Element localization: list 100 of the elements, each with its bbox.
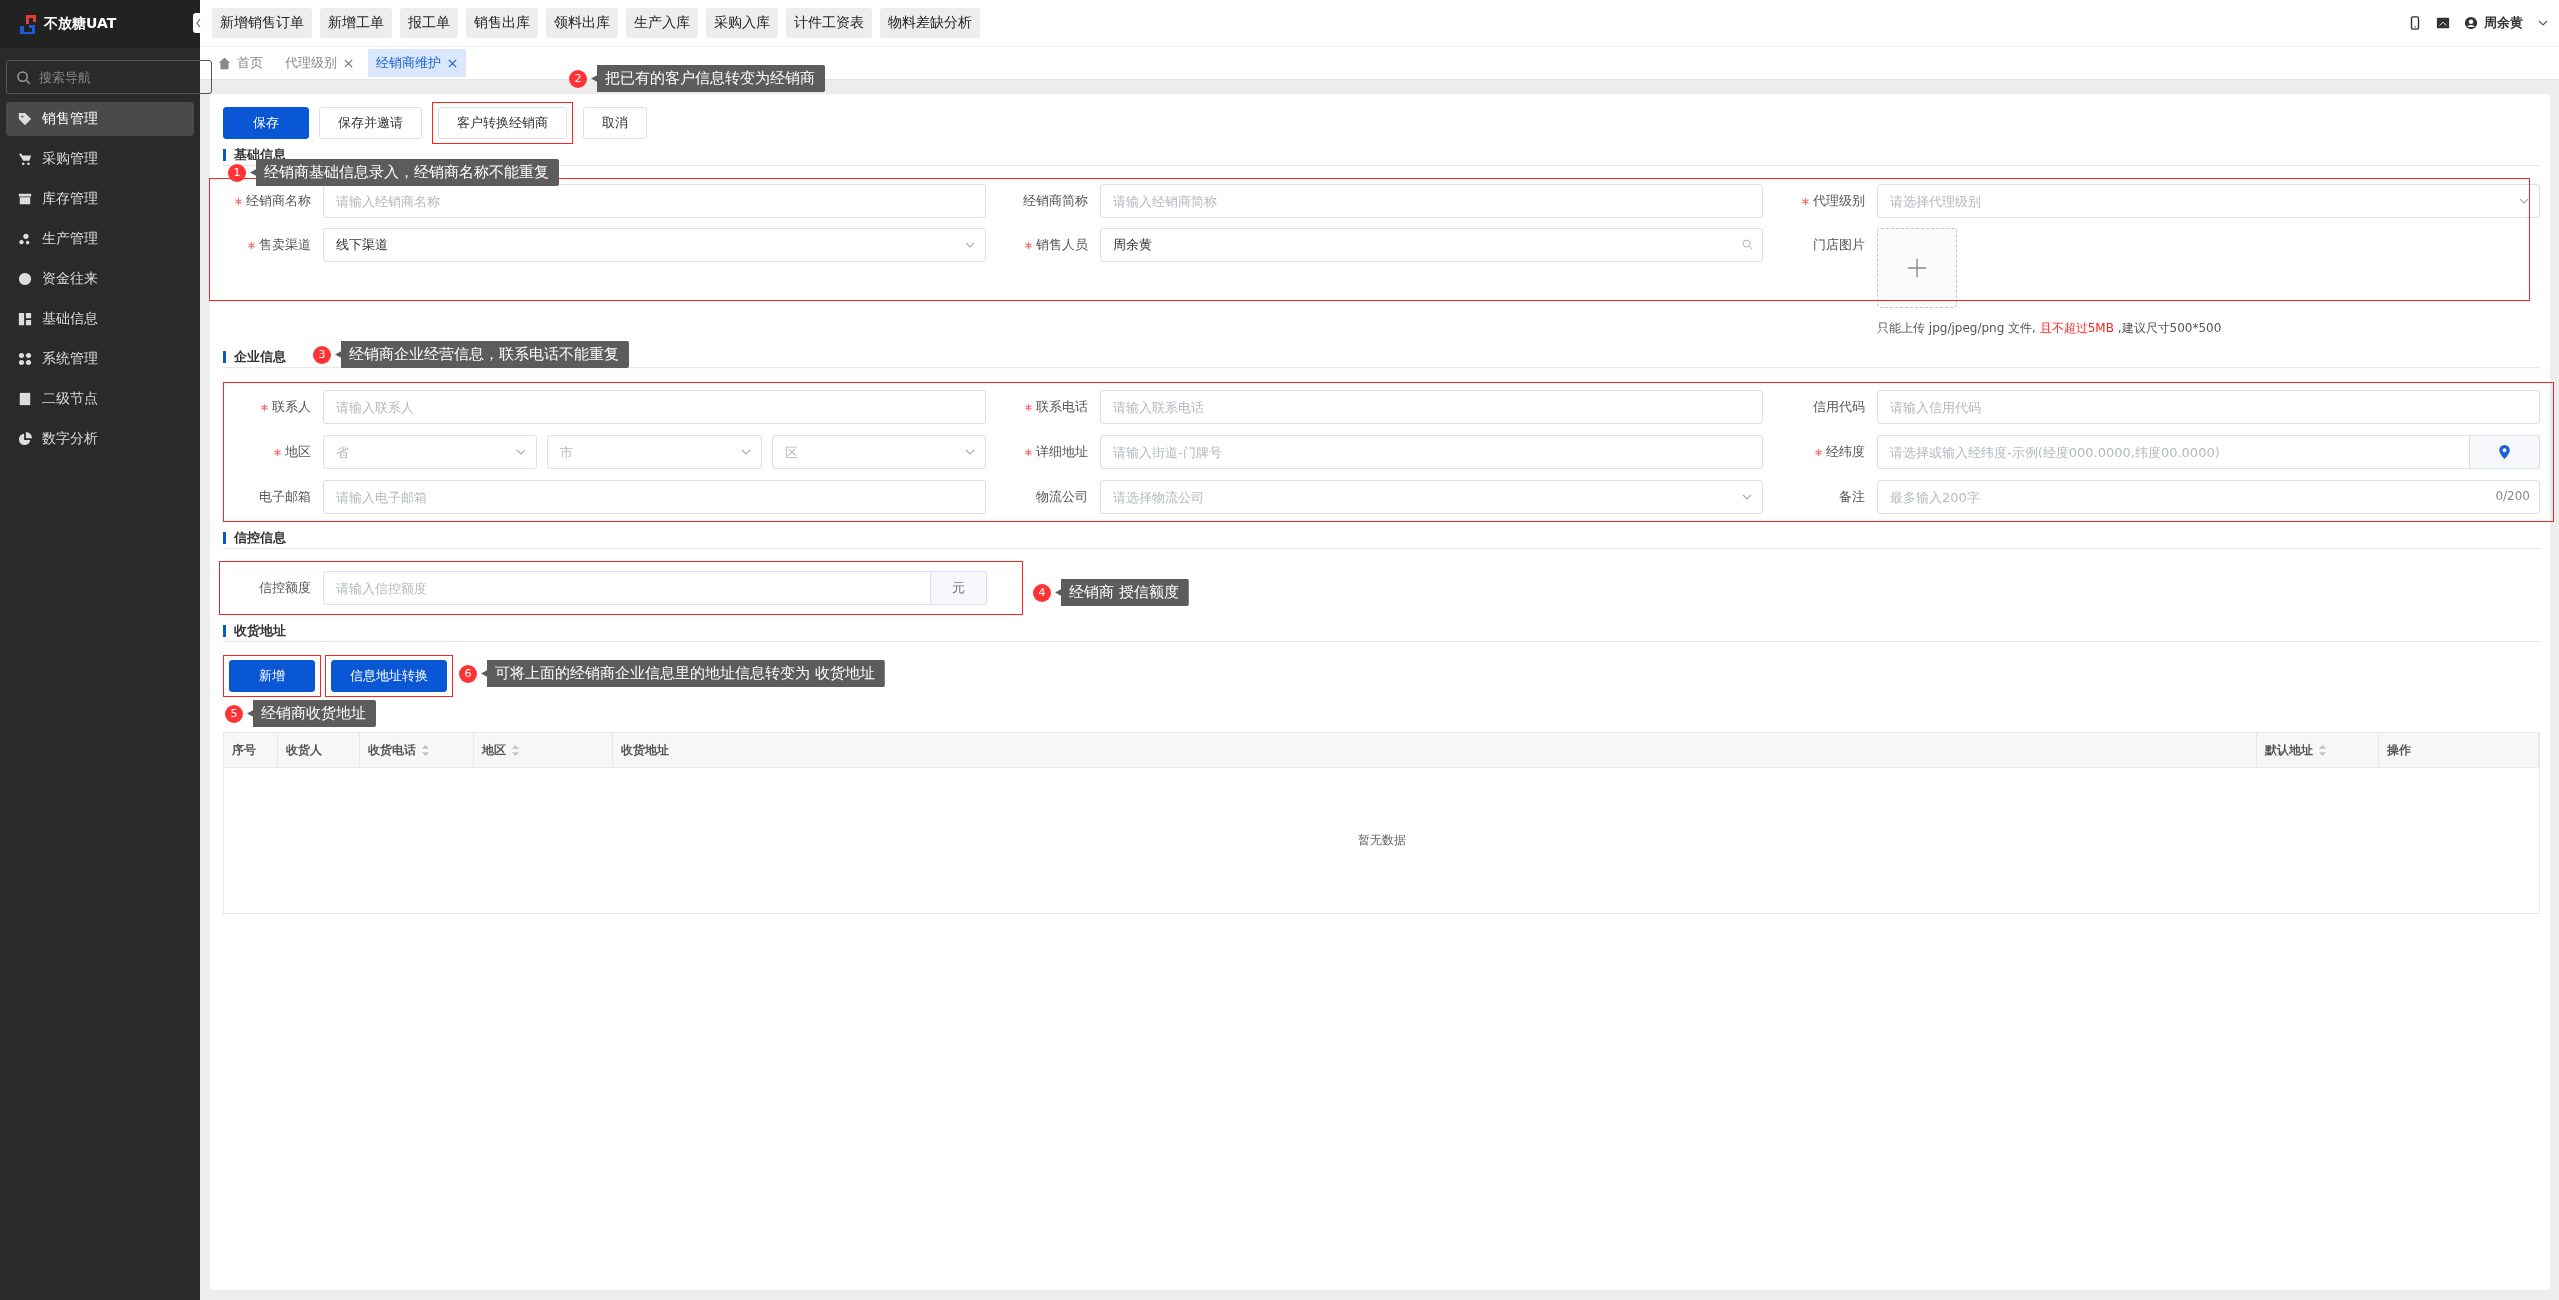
nav-item[interactable]: 二级节点 <box>6 382 194 416</box>
column-header: 默认地址 <box>2265 741 2313 759</box>
field-label: 门店图片 <box>1813 236 1865 254</box>
phone-icon[interactable] <box>2408 16 2422 30</box>
screen-icon[interactable] <box>2436 16 2450 30</box>
field-label: 物流公司 <box>1036 488 1088 506</box>
page-tab[interactable]: 代理级别 <box>277 49 362 77</box>
shortcut-button[interactable]: 报工单 <box>400 8 458 38</box>
menu-item-icon <box>18 272 32 286</box>
upload-hint: 只能上传 jpg/jpeg/png 文件, 且不超过5MB ,建议尺寸500*500 <box>1877 320 2223 337</box>
annotation-tooltip: 经销商 授信额度 <box>1055 579 1189 606</box>
menu-item-icon <box>18 232 32 246</box>
tab-label[interactable]: 首页 <box>237 54 263 72</box>
column-header: 操作 <box>2387 741 2411 759</box>
annotation-tooltip: 可将上面的经销商企业信息里的地址信息转变为 收货地址 <box>481 660 885 687</box>
action-button[interactable]: 信息地址转换 <box>331 660 447 692</box>
step-badge: 6 <box>459 664 477 683</box>
step-badge: 4 <box>1033 583 1051 602</box>
action-button[interactable]: 保存 <box>223 107 309 139</box>
field-label: 代理级别 <box>1813 192 1865 210</box>
field-label: 信用代码 <box>1813 398 1865 416</box>
shortcut-button[interactable]: 采购入库 <box>706 8 778 38</box>
annotation-tooltip: 把已有的客户信息转变为经销商 <box>591 65 825 92</box>
app-name: 不放糖UAT <box>44 15 117 33</box>
text-field[interactable]: 请输入电子邮箱 <box>323 480 986 514</box>
field-label: 详细地址 <box>1036 443 1088 461</box>
nav-item[interactable]: 生产管理 <box>6 222 194 256</box>
search-icon <box>16 70 31 85</box>
close-icon[interactable] <box>447 57 458 69</box>
action-button[interactable]: 新增 <box>229 660 315 692</box>
menu-item-icon <box>18 312 32 326</box>
menu-item-icon <box>18 432 32 446</box>
search-icon <box>1742 239 1753 250</box>
menu-item-icon <box>18 152 32 166</box>
text-field[interactable]: 请选择或输入经纬度-示例(经度000.0000,纬度00.0000) <box>1877 435 2470 469</box>
select-field[interactable]: 周余黄 <box>1100 228 1763 262</box>
map-pin-icon <box>2499 445 2510 459</box>
tab-label[interactable]: 经销商维护 <box>376 54 441 72</box>
collapse-icon[interactable] <box>193 12 203 34</box>
text-field[interactable]: 请输入联系人 <box>323 390 986 424</box>
nav-item[interactable]: 采购管理 <box>6 142 194 176</box>
column-header: 序号 <box>232 741 256 759</box>
text-field[interactable]: 请输入信用代码 <box>1877 390 2540 424</box>
section-title: 收货地址 <box>223 625 286 637</box>
column-header: 地区 <box>482 741 506 759</box>
column-header: 收货人 <box>286 741 322 759</box>
field-label: 销售人员 <box>1036 236 1088 254</box>
tab-label[interactable]: 代理级别 <box>285 54 337 72</box>
shortcut-button[interactable]: 领料出库 <box>546 8 618 38</box>
shortcut-button[interactable]: 物料差缺分析 <box>880 8 980 38</box>
logo-icon <box>18 14 38 34</box>
action-button[interactable]: 客户转换经销商 <box>438 107 567 139</box>
nav-item[interactable]: 资金往来 <box>6 262 194 296</box>
close-icon[interactable] <box>343 57 354 69</box>
select-field[interactable]: 线下渠道 <box>323 228 986 262</box>
column-header: 收货电话 <box>368 741 416 759</box>
shortcut-button[interactable]: 销售出库 <box>466 8 538 38</box>
action-button[interactable]: 保存并邀请 <box>319 107 422 139</box>
field-label: 经销商名称 <box>246 192 311 210</box>
section-title: 信控信息 <box>223 532 286 544</box>
search-field[interactable]: 搜索导航 <box>6 60 212 94</box>
user-name[interactable]: 周余黄 <box>2484 14 2523 32</box>
nav-item[interactable]: 基础信息 <box>6 302 194 336</box>
field-label: 售卖渠道 <box>259 236 311 254</box>
step-badge: 1 <box>228 163 246 182</box>
annotation-tooltip: 经销商收货地址 <box>247 700 376 727</box>
text-field[interactable]: 请输入街道-门牌号 <box>1100 435 1763 469</box>
select-field[interactable]: 市 <box>547 435 762 469</box>
user-icon <box>2464 16 2478 30</box>
shortcut-button[interactable]: 计件工资表 <box>786 8 872 38</box>
step-badge: 5 <box>225 704 243 723</box>
menu-item-icon <box>18 392 32 406</box>
shortcut-button[interactable]: 新增销售订单 <box>212 8 312 38</box>
action-button[interactable]: 取消 <box>583 107 647 139</box>
annotation-tooltip: 经销商企业经营信息，联系电话不能重复 <box>335 341 629 368</box>
nav-item[interactable]: 系统管理 <box>6 342 194 376</box>
page-tab[interactable]: 经销商维护 <box>368 49 466 77</box>
nav-item[interactable]: 销售管理 <box>6 102 194 136</box>
map-pin-button[interactable] <box>2470 435 2540 469</box>
menu-item-icon <box>18 352 32 366</box>
text-field[interactable]: 请输入经销商简称 <box>1100 184 1763 218</box>
field-label: 地区 <box>285 443 311 461</box>
select-field[interactable]: 请选择代理级别 <box>1877 184 2540 218</box>
text-field[interactable]: 请输入信控额度 <box>323 571 931 605</box>
shortcut-button[interactable]: 新增工单 <box>320 8 392 38</box>
select-field[interactable]: 请选择物流公司 <box>1100 480 1763 514</box>
page-tab[interactable]: 首页 <box>210 49 271 77</box>
char-counter: 0/200 <box>2495 489 2530 503</box>
select-field[interactable]: 省 <box>323 435 538 469</box>
select-field[interactable]: 区 <box>771 435 986 469</box>
shortcut-button[interactable]: 生产入库 <box>626 8 698 38</box>
section-title: 企业信息 <box>223 351 286 363</box>
nav-item[interactable]: 库存管理 <box>6 182 194 216</box>
text-field[interactable]: 请输入联系电话 <box>1100 390 1763 424</box>
field-label: 经销商简称 <box>1023 192 1088 210</box>
text-field[interactable]: 请输入经销商名称 <box>323 184 986 218</box>
nav-item[interactable]: 数字分析 <box>6 422 194 456</box>
column-header: 收货地址 <box>621 741 669 759</box>
field-label: 联系电话 <box>1036 398 1088 416</box>
empty-message: 暂无数据 <box>1357 832 1406 849</box>
